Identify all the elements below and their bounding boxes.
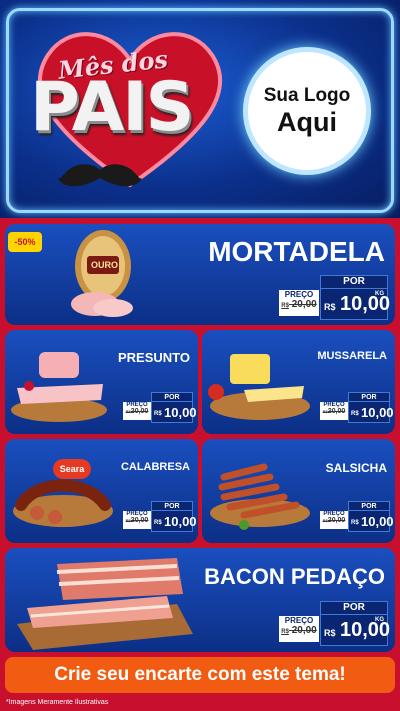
product-name: CALABRESA [120, 461, 190, 473]
product-name: PRESUNTO [118, 350, 190, 365]
new-price-prefix: R$ [324, 628, 336, 638]
logo-placeholder[interactable]: Sua Logo Aqui [243, 47, 371, 175]
old-price: R$20,00 [320, 408, 348, 415]
seara-logo: Seara [53, 459, 91, 479]
old-price: R$ 20,00 [279, 299, 319, 310]
old-price-prefix: R$ [281, 629, 289, 635]
new-price-prefix: R$ [324, 302, 336, 312]
por-label: POR [320, 275, 388, 289]
logo-text-line1: Sua Logo [263, 84, 351, 106]
new-price: R$ 10,00 KG [320, 614, 390, 646]
new-price-value: 10,00 [361, 514, 394, 529]
bacon-image [17, 558, 193, 650]
product-card-calabresa[interactable]: Seara CALABRESA POR R$ 10,00 PREÇO R$20,… [5, 439, 198, 543]
salsicha-image [210, 463, 310, 530]
mussarela-image [208, 354, 310, 420]
old-price: R$ 20,00 [279, 625, 319, 636]
old-price-value: 20,00 [130, 408, 149, 415]
new-price: R$ 10,00 KG [320, 288, 390, 320]
product-card-mortadela[interactable]: OURO MORTADELA POR R$ 10,00 KG PREÇO R$ … [5, 224, 395, 325]
old-price-box: PREÇO R$ 20,00 [279, 290, 319, 316]
new-price: R$ 10,00 [348, 510, 394, 532]
product-card-presunto[interactable]: PRESUNTO POR R$ 10,00 PREÇO R$20,00 [5, 330, 198, 434]
new-price: R$ 10,00 [348, 401, 394, 423]
old-price-value: 20,00 [291, 625, 317, 636]
product-name: SALSICHA [325, 461, 387, 475]
product-card-bacon[interactable]: BACON PEDAÇO POR R$ 10,00 KG PREÇO R$ 20… [5, 548, 395, 652]
old-price: R$20,00 [320, 517, 348, 524]
old-price-box: PREÇO R$ 20,00 [279, 616, 319, 642]
new-price-value: 10,00 [164, 405, 197, 420]
product-name: BACON PEDAÇO [204, 564, 385, 589]
product-name: MUSSARELA [317, 350, 387, 362]
title-big: PAIS [30, 68, 194, 147]
new-price-prefix: R$ [154, 520, 162, 526]
old-price-box: PREÇO R$20,00 [123, 511, 151, 529]
old-price-box: PREÇO R$20,00 [123, 402, 151, 420]
product-name: MORTADELA [208, 236, 385, 267]
discount-badge: -50% [8, 232, 42, 252]
footnote: *Imagens Meramente Ilustrativas [6, 699, 109, 706]
old-price: R$20,00 [123, 408, 151, 415]
new-price-prefix: R$ [351, 411, 359, 417]
new-price-prefix: R$ [154, 411, 162, 417]
old-price-value: 20,00 [327, 408, 346, 415]
old-price-value: 20,00 [130, 517, 149, 524]
new-price: R$ 10,00 [151, 510, 197, 532]
por-label: POR [320, 601, 388, 615]
seara-logo-text: Seara [59, 464, 85, 474]
presunto-image [11, 352, 107, 422]
logo-text-line2: Aqui [277, 106, 337, 137]
old-price-box: PREÇO R$20,00 [320, 402, 348, 420]
unit-label: KG [375, 617, 384, 623]
mortadela-brand-label: OURO [91, 260, 118, 270]
header-banner: Mês dos PAIS Sua Logo Aqui [0, 0, 400, 218]
preco-label: PREÇO [284, 616, 314, 625]
old-price-box: PREÇO R$20,00 [320, 511, 348, 529]
unit-label: KG [375, 291, 384, 297]
product-card-mussarela[interactable]: MUSSARELA POR R$ 10,00 PREÇO R$20,00 [202, 330, 395, 434]
preco-label: PREÇO [284, 290, 314, 299]
old-price-prefix: R$ [281, 303, 289, 309]
mustache-icon [58, 164, 142, 187]
old-price: R$20,00 [123, 517, 151, 524]
new-price: R$ 10,00 [151, 401, 197, 423]
new-price-prefix: R$ [351, 520, 359, 526]
product-card-salsicha[interactable]: SALSICHA POR R$ 10,00 PREÇO R$20,00 [202, 439, 395, 543]
cta-button[interactable]: Crie seu encarte com este tema! [5, 657, 395, 693]
mortadela-image [71, 230, 133, 317]
new-price-value: 10,00 [361, 405, 394, 420]
new-price-value: 10,00 [164, 514, 197, 529]
old-price-value: 20,00 [291, 299, 317, 310]
old-price-value: 20,00 [327, 517, 346, 524]
